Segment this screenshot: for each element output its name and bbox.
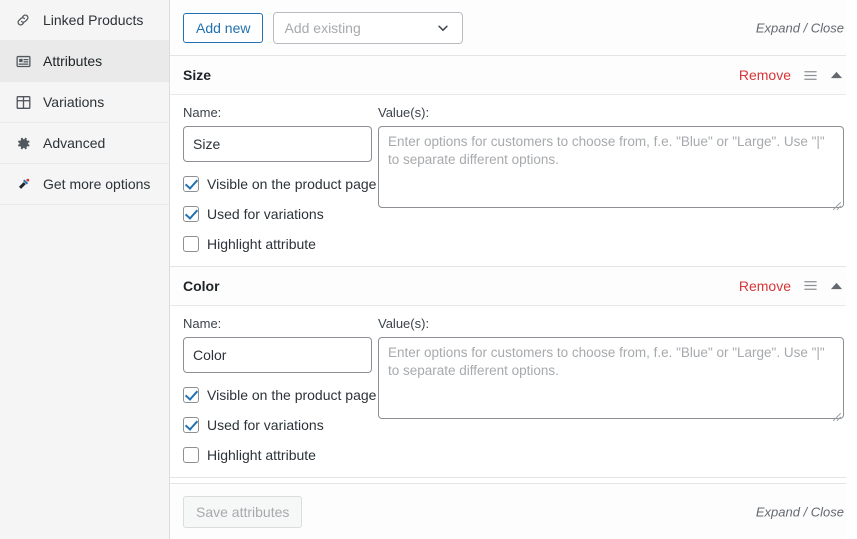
drag-handle-icon[interactable] [803,69,818,82]
add-new-attribute-button[interactable]: Add new [183,12,264,43]
values-textarea-wrapper [378,336,844,424]
attribute-values-column: Value(s): [378,316,844,463]
highlight-attribute-checkbox[interactable] [183,446,199,463]
attributes-panel: Add new Add existing Expand / Close Size… [170,0,857,539]
sidebar-item-label: Advanced [43,135,106,151]
save-attributes-button[interactable]: Save attributes [183,495,303,528]
used-for-variations-checkbox[interactable] [183,205,199,222]
product-data-sidebar: Linked Products Attributes Variations Ad… [0,0,170,539]
visible-on-product-page-label: Visible on the product page [207,175,377,192]
visible-on-product-page-checkbox[interactable] [183,386,199,403]
attribute-name-column: Name: Visible on the product page Used f… [183,105,378,252]
expand-close-footer-link[interactable]: Expand / Close [756,504,844,519]
attribute-header[interactable]: Size Remove [170,56,856,95]
highlight-attribute-label: Highlight attribute [207,446,316,463]
product-data-attributes-panel: Linked Products Attributes Variations Ad… [0,0,857,539]
sidebar-item-label: Variations [43,94,105,110]
sidebar-empty-space [0,205,169,539]
name-field-label: Name: [183,315,222,331]
gear-icon [13,133,33,153]
marketplace-icon [13,174,33,194]
sidebar-item-get-more-options[interactable]: Get more options [0,164,169,205]
sidebar-item-label: Get more options [43,176,151,192]
attribute-header-actions: Remove [739,67,843,83]
remove-attribute-link[interactable]: Remove [739,278,791,294]
used-for-variations-row[interactable]: Used for variations [183,205,368,222]
sidebar-item-variations[interactable]: Variations [0,82,169,123]
drag-handle-icon[interactable] [803,279,818,292]
attributes-toolbar: Add new Add existing Expand / Close [170,0,856,56]
used-for-variations-checkbox[interactable] [183,416,199,433]
values-field-label: Value(s): [378,315,430,331]
attribute-block-color: Color Remove Name: Color Visible on the … [170,266,856,478]
attribute-name-column: Name: Visible on the product page Used f… [183,316,378,463]
highlight-attribute-row[interactable]: Highlight attribute [183,235,368,252]
sidebar-item-label: Attributes [43,53,103,69]
sidebar-item-attributes[interactable]: Attributes [0,41,169,82]
add-existing-attribute-select[interactable]: Add existing [273,11,464,44]
visible-on-product-page-checkbox[interactable] [183,175,199,192]
values-textarea-wrapper [378,125,844,213]
attribute-body: Name: Visible on the product page Used f… [170,95,856,266]
expand-close-toolbar-link[interactable]: Expand / Close [756,20,844,35]
attribute-block-size: Size Remove Name: Size Visible on the pr… [170,56,856,267]
link-icon [13,10,33,30]
attribute-body: Name: Visible on the product page Used f… [170,305,856,477]
remove-attribute-link[interactable]: Remove [739,67,791,83]
attribute-name-input[interactable] [183,336,372,373]
attribute-title: Size [183,67,212,83]
name-field-label: Name: [183,105,222,120]
highlight-attribute-row[interactable]: Highlight attribute [183,446,368,463]
sidebar-item-advanced[interactable]: Advanced [0,123,169,164]
chevron-down-icon [436,21,450,35]
collapse-triangle-up-icon[interactable] [830,70,843,80]
used-for-variations-label: Used for variations [207,416,324,433]
attributes-list: Size Remove Name: Size Visible on the pr… [170,56,856,483]
highlight-attribute-checkbox[interactable] [183,235,199,252]
attribute-header[interactable]: Color Remove [170,266,856,306]
grid-icon [13,92,33,112]
sidebar-item-linked-products[interactable]: Linked Products [0,0,169,41]
attributes-icon [13,51,33,71]
visible-on-product-page-row[interactable]: Visible on the product page [183,386,376,403]
attribute-values-textarea[interactable] [378,336,844,419]
used-for-variations-label: Used for variations [207,205,324,222]
highlight-attribute-label: Highlight attribute [207,235,316,252]
panel-right-gutter [846,0,857,539]
sidebar-item-label: Linked Products [43,12,144,28]
used-for-variations-row[interactable]: Used for variations [183,416,368,433]
collapse-triangle-up-icon[interactable] [830,281,843,291]
attribute-values-textarea[interactable] [378,125,844,208]
attribute-name-input[interactable] [183,125,372,162]
visible-on-product-page-row[interactable]: Visible on the product page [183,175,376,192]
attribute-header-actions: Remove [739,278,843,294]
values-field-label: Value(s): [378,105,430,120]
visible-on-product-page-label: Visible on the product page [207,386,377,403]
attribute-values-column: Value(s): [378,105,844,252]
add-existing-placeholder-text: Add existing [284,19,361,36]
attribute-title: Color [183,277,220,294]
attributes-footer: Save attributes Expand / Close [170,483,856,539]
